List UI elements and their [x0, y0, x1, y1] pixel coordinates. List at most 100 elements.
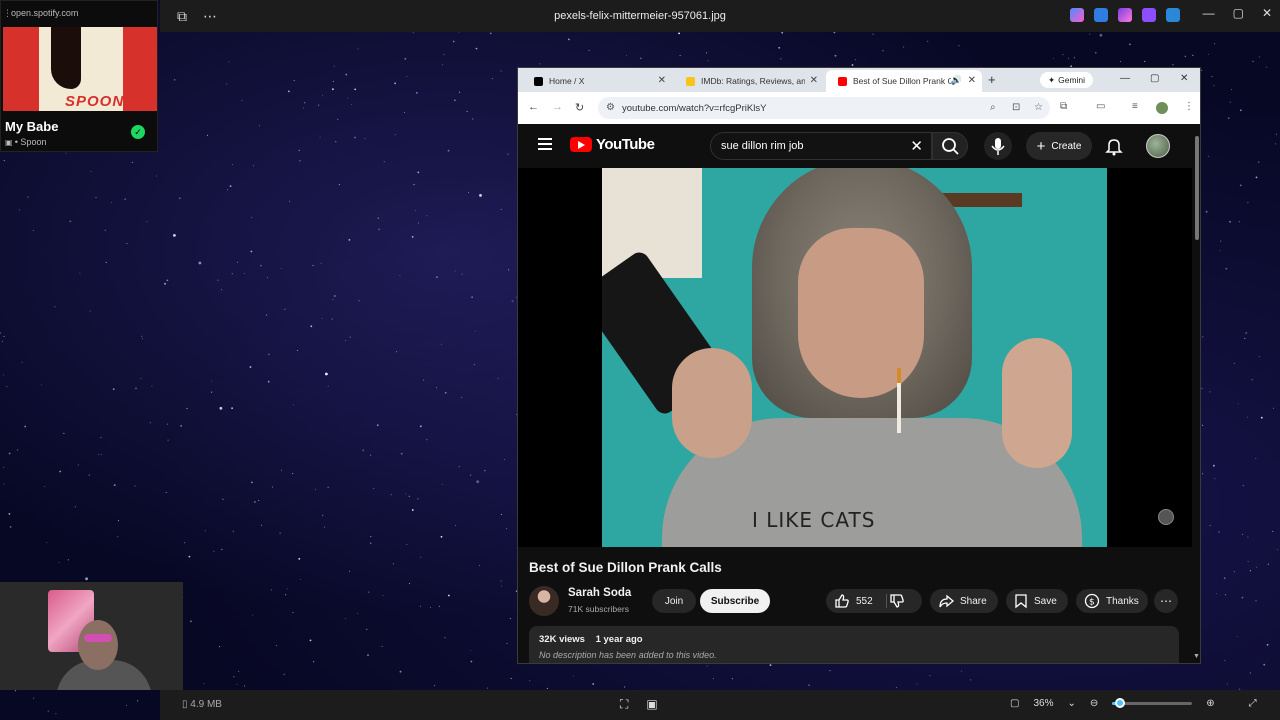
account-avatar[interactable] [1146, 134, 1170, 158]
star [929, 675, 931, 677]
zoom-icon[interactable]: ⌕ [990, 102, 996, 113]
browser-menu-icon[interactable]: ⋮ [1184, 101, 1194, 112]
onedrive-icon[interactable] [1166, 8, 1180, 22]
join-button[interactable]: Join [652, 589, 696, 613]
tab-home-x[interactable]: Home / X ✕ [522, 70, 672, 92]
sidepanel-icon[interactable]: ▭ [1096, 101, 1105, 112]
hamburger-menu-icon[interactable] [538, 138, 552, 150]
artist-name[interactable]: ▣ • Spoon [5, 137, 46, 147]
channel-name[interactable]: Sarah Soda [568, 587, 631, 599]
star [333, 80, 334, 82]
star [281, 469, 282, 471]
zoom-slider[interactable] [1112, 698, 1193, 708]
star [131, 161, 133, 163]
star [470, 660, 473, 663]
install-app-icon[interactable]: ⊡ [1012, 102, 1020, 113]
channel-watermark-icon[interactable] [1158, 509, 1174, 525]
song-title[interactable]: My Babe [5, 119, 58, 134]
album-art-shadow [51, 27, 81, 89]
clear-search-icon[interactable]: ✕ [910, 137, 923, 155]
minimize-icon[interactable]: — [1203, 6, 1215, 20]
search-button[interactable] [932, 132, 968, 160]
tab-imdb[interactable]: IMDb: Ratings, Reviews, and W ✕ [674, 70, 824, 92]
zoom-slider-knob[interactable] [1115, 698, 1126, 708]
forward-arrow-icon[interactable]: → [552, 101, 563, 113]
channel-avatar[interactable] [529, 586, 559, 616]
close-icon[interactable]: ✕ [1262, 6, 1272, 20]
star [1266, 66, 1268, 68]
fit-screen-icon[interactable]: ⛶ [620, 697, 628, 712]
browser-minimize-icon[interactable]: — [1120, 73, 1130, 84]
star [706, 665, 708, 667]
thumbs-up-icon[interactable] [834, 593, 850, 609]
back-arrow-icon[interactable]: ← [528, 101, 539, 113]
thanks-button[interactable]: $ Thanks [1076, 589, 1148, 613]
bookmark-star-icon[interactable]: ☆ [1034, 102, 1043, 113]
star [156, 175, 158, 177]
subscribe-button[interactable]: Subscribe [700, 589, 770, 613]
share-button[interactable]: Share [930, 589, 998, 613]
star [1267, 563, 1269, 565]
star [1201, 388, 1203, 390]
edit-icon[interactable] [1094, 8, 1108, 22]
tab-close-icon[interactable]: ✕ [810, 75, 818, 86]
scroll-down-arrow-icon[interactable]: ▼ [1193, 653, 1200, 660]
viewer-window-controls: — ▢ ✕ [1203, 6, 1272, 20]
clipchamp-icon[interactable] [1142, 8, 1156, 22]
new-tab-button[interactable]: + [988, 72, 996, 87]
star [8, 513, 11, 515]
star [1202, 473, 1204, 475]
url-text[interactable]: youtube.com/watch?v=rfcgPriKlsY [622, 103, 766, 114]
zoom-dropdown-chevron-icon[interactable]: ⌄ [1067, 698, 1075, 709]
star [77, 464, 79, 466]
star [283, 673, 285, 675]
zoom-out-icon[interactable]: ⊖ [1090, 698, 1098, 709]
audio-playing-icon[interactable]: 🔊 [951, 75, 962, 86]
video-frame[interactable]: I LIKE CATS [602, 168, 1107, 547]
thumbs-down-icon[interactable] [889, 593, 905, 609]
star [231, 273, 233, 275]
tab-close-icon[interactable]: ✕ [658, 75, 666, 86]
saved-check-icon[interactable]: ✓ [131, 125, 145, 139]
copilot-icon[interactable] [1070, 8, 1084, 22]
create-button[interactable]: + Create [1026, 132, 1092, 160]
like-count[interactable]: 552 [856, 596, 873, 607]
fullscreen-icon[interactable]: ⤢ [1249, 698, 1257, 709]
tab-youtube-video[interactable]: Best of Sue Dillon Prank C 🔊 ✕ [826, 70, 982, 92]
voice-search-button[interactable] [984, 132, 1012, 160]
more-actions-icon[interactable]: ⋯ [1154, 589, 1178, 613]
browser-close-icon[interactable]: ✕ [1180, 73, 1188, 84]
actual-size-icon[interactable]: ▢ [1010, 698, 1019, 709]
browser-maximize-icon[interactable]: ▢ [1150, 73, 1159, 84]
star [778, 46, 781, 49]
reload-icon[interactable]: ↻ [575, 101, 584, 114]
omnibox[interactable]: ⚙ youtube.com/watch?v=rfcgPriKlsY ⌕ ⊡ ☆ [598, 97, 1050, 119]
gemini-button[interactable]: ✦ Gemini [1040, 72, 1094, 88]
search-input[interactable]: sue dillon rim job ✕ [710, 132, 932, 160]
site-info-icon[interactable]: ⚙ [606, 102, 615, 113]
star [1225, 267, 1228, 270]
tab-close-icon[interactable]: ✕ [968, 75, 976, 86]
profile-avatar-icon[interactable] [1156, 102, 1168, 114]
scrollbar-thumb[interactable] [1195, 136, 1199, 240]
notifications-button[interactable] [1104, 136, 1124, 161]
description-box[interactable]: 32K views 1 year ago No description has … [529, 626, 1179, 663]
search-query[interactable]: sue dillon rim job [721, 140, 804, 152]
tab-label: Best of Sue Dillon Prank C [853, 76, 951, 86]
star [509, 618, 511, 619]
save-button[interactable]: Save [1006, 589, 1068, 613]
microphone-icon [991, 138, 1005, 155]
zoom-percent[interactable]: 36% [1033, 698, 1053, 709]
extensions-icon[interactable]: ⧉ [1060, 101, 1067, 112]
designer-icon[interactable] [1118, 8, 1132, 22]
page-scrollbar[interactable]: ▼ [1192, 124, 1200, 663]
star [284, 308, 286, 310]
maximize-icon[interactable]: ▢ [1233, 6, 1244, 20]
filmstrip-icon[interactable]: ▣ [646, 697, 657, 712]
video-player[interactable]: I LIKE CATS [518, 168, 1192, 547]
zoom-in-icon[interactable]: ⊕ [1206, 698, 1214, 709]
media-control-icon[interactable]: ≡ [1132, 101, 1138, 112]
star [588, 49, 590, 51]
star [1229, 220, 1231, 223]
youtube-logo[interactable]: YouTube [570, 136, 655, 153]
